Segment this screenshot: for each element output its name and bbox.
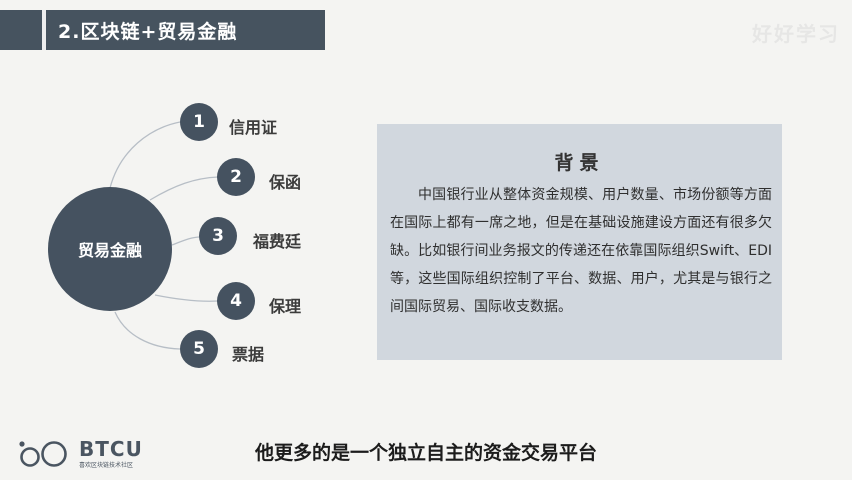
- node-label-3: 福费廷: [253, 232, 302, 251]
- node-label-2: 保函: [269, 173, 302, 192]
- node-label-1: 信用证: [229, 118, 278, 137]
- video-subtitle: 他更多的是一个独立自主的资金交易平台: [254, 442, 597, 464]
- node-3: 3: [199, 217, 237, 255]
- node-label-5: 票据: [232, 345, 265, 364]
- panel-title: 背景: [554, 152, 605, 174]
- trade-finance-hub: 贸易金融: [48, 187, 172, 311]
- connector-4: [154, 294, 219, 302]
- panel-body: 中国银行业从整体资金规模、用户数量、市场份额等方面在国际上都有一席之地，但是在基…: [390, 187, 772, 315]
- node-5: 5: [180, 330, 218, 368]
- connector-2: [149, 176, 219, 201]
- connector-5: [114, 311, 181, 350]
- node-label-4: 保理: [269, 297, 302, 316]
- node-2: 2: [217, 158, 255, 196]
- node-1: 1: [180, 103, 218, 141]
- connector-1: [109, 121, 181, 189]
- connector-3: [171, 236, 201, 246]
- node-4: 4: [217, 282, 255, 320]
- hub-label: 贸易金融: [77, 241, 142, 260]
- background-panel: 背景 中国银行业从整体资金规模、用户数量、市场份额等方面在国际上都有一席之地，但…: [377, 124, 782, 360]
